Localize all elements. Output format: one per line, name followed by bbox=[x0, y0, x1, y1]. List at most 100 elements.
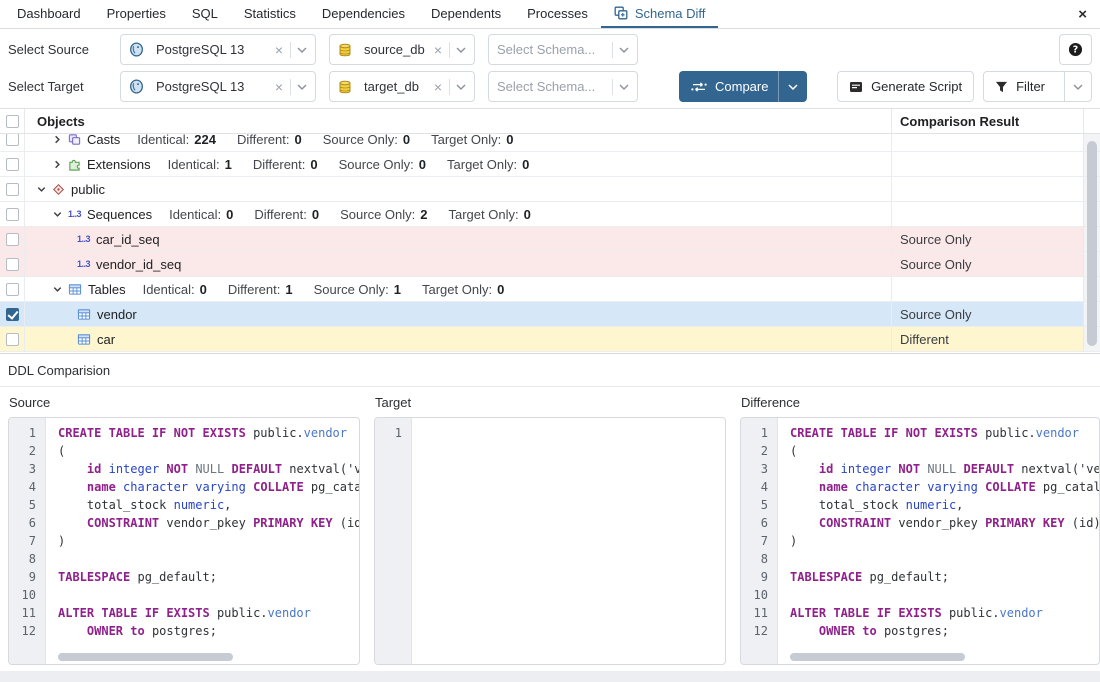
tree-row-car-id-seq[interactable]: 1..3car_id_seqSource Only bbox=[0, 227, 1100, 252]
scrollbar-header-cell bbox=[1083, 109, 1100, 133]
tab-properties[interactable]: Properties bbox=[94, 0, 179, 28]
horizontal-scrollbar[interactable] bbox=[58, 653, 233, 661]
sequence-icon: 1..3 bbox=[77, 234, 90, 244]
source-server-select[interactable]: PostgreSQL 13 bbox=[120, 34, 316, 65]
expand-chevron-right-icon[interactable] bbox=[52, 134, 63, 145]
code-area[interactable]: CREATE TABLE IF NOT EXISTS public.vendor… bbox=[46, 418, 359, 664]
object-name: Casts bbox=[87, 134, 120, 147]
expand-chevron-down-icon[interactable] bbox=[52, 209, 63, 220]
chevron-down-icon[interactable] bbox=[619, 47, 629, 53]
clear-icon[interactable] bbox=[274, 43, 284, 57]
target-panel-label: Target bbox=[374, 395, 726, 417]
tab-label: SQL bbox=[192, 6, 218, 21]
tree-row-vendor-id-seq[interactable]: 1..3vendor_id_seqSource Only bbox=[0, 252, 1100, 277]
expand-chevron-right-icon[interactable] bbox=[52, 159, 63, 170]
divider bbox=[449, 42, 450, 58]
row-checkbox[interactable] bbox=[6, 308, 19, 321]
divider bbox=[612, 42, 613, 58]
code-area[interactable] bbox=[412, 418, 725, 664]
chevron-down-icon[interactable] bbox=[619, 84, 629, 90]
row-checkbox[interactable] bbox=[6, 333, 19, 346]
source-ddl-editor[interactable]: 123456789101112 CREATE TABLE IF NOT EXIS… bbox=[8, 417, 360, 665]
row-checkbox[interactable] bbox=[6, 283, 19, 296]
clear-icon[interactable] bbox=[433, 80, 443, 94]
clear-icon[interactable] bbox=[274, 80, 284, 94]
expand-chevron-down-icon[interactable] bbox=[52, 284, 63, 295]
vertical-scrollbar[interactable] bbox=[1087, 141, 1097, 346]
tree-row-extensions[interactable]: ExtensionsIdentical:1Different:0Source O… bbox=[0, 152, 1100, 177]
tab-label: Processes bbox=[527, 6, 588, 21]
table-icon bbox=[68, 283, 82, 296]
database-icon bbox=[338, 80, 352, 94]
tab-dashboard[interactable]: Dashboard bbox=[4, 0, 94, 28]
expand-chevron-down-icon[interactable] bbox=[36, 184, 47, 195]
count-identical: Identical:1 bbox=[168, 157, 232, 172]
code-area[interactable]: CREATE TABLE IF NOT EXISTS public.vendor… bbox=[778, 418, 1099, 664]
tab-statistics[interactable]: Statistics bbox=[231, 0, 309, 28]
row-checkbox[interactable] bbox=[6, 258, 19, 271]
target-server-select[interactable]: PostgreSQL 13 bbox=[120, 71, 316, 102]
help-button[interactable]: ? bbox=[1059, 34, 1092, 65]
tree-row-car[interactable]: carDifferent bbox=[0, 327, 1100, 352]
source-schema-placeholder: Select Schema... bbox=[497, 42, 606, 57]
object-name: Sequences bbox=[87, 207, 152, 222]
comparison-result-cell: Source Only bbox=[891, 227, 1083, 251]
filter-dropdown-chevron-icon[interactable] bbox=[1064, 72, 1091, 101]
generate-script-label: Generate Script bbox=[871, 79, 962, 94]
row-checkbox[interactable] bbox=[6, 233, 19, 246]
tab-label: Schema Diff bbox=[635, 6, 706, 21]
compare-button[interactable]: Compare bbox=[679, 71, 807, 102]
filter-button[interactable]: Filter bbox=[983, 71, 1092, 102]
tab-sql[interactable]: SQL bbox=[179, 0, 231, 28]
difference-panel-label: Difference bbox=[740, 395, 1100, 417]
chevron-down-icon[interactable] bbox=[297, 84, 307, 90]
tree-row-public[interactable]: public bbox=[0, 177, 1100, 202]
compare-dropdown-chevron-icon[interactable] bbox=[778, 71, 807, 102]
count-different: Different:0 bbox=[254, 207, 319, 222]
count-source-only: Source Only:2 bbox=[340, 207, 427, 222]
help-icon: ? bbox=[1068, 42, 1083, 57]
script-icon bbox=[849, 80, 863, 94]
tree-row-tables[interactable]: TablesIdentical:0Different:1Source Only:… bbox=[0, 277, 1100, 302]
tab-bar: DashboardProperties SQL Statistics Dependen… bbox=[0, 0, 1100, 29]
postgresql-icon bbox=[129, 79, 144, 94]
target-database-select[interactable]: target_db bbox=[329, 71, 475, 102]
target-schema-select[interactable]: Select Schema... bbox=[488, 71, 638, 102]
tab-dependencies[interactable]: Dependencies bbox=[309, 0, 418, 28]
row-checkbox[interactable] bbox=[6, 183, 19, 196]
table-icon bbox=[77, 308, 91, 321]
chevron-down-icon[interactable] bbox=[297, 47, 307, 53]
source-schema-select[interactable]: Select Schema... bbox=[488, 34, 638, 65]
count-source-only: Source Only:0 bbox=[339, 157, 426, 172]
generate-script-button[interactable]: Generate Script bbox=[837, 71, 974, 102]
horizontal-scrollbar[interactable] bbox=[790, 653, 965, 661]
toolbar-right-buttons: Generate Script Filter bbox=[837, 71, 1092, 102]
row-checkbox[interactable] bbox=[6, 158, 19, 171]
tree-row-casts[interactable]: CastsIdentical:224Different:0Source Only… bbox=[0, 134, 1100, 152]
row-checkbox[interactable] bbox=[6, 134, 19, 146]
tree-row-vendor[interactable]: vendor Source Only bbox=[0, 302, 1100, 327]
close-icon[interactable]: × bbox=[1078, 7, 1087, 22]
target-database-value: target_db bbox=[364, 79, 427, 94]
tab-dependents[interactable]: Dependents bbox=[418, 0, 514, 28]
select-all-checkbox[interactable] bbox=[6, 115, 19, 128]
ddl-comparison-section: DDL Comparision Source 123456789101112 C… bbox=[0, 353, 1100, 682]
tab-processes[interactable]: Processes bbox=[514, 0, 601, 28]
source-database-select[interactable]: source_db bbox=[329, 34, 475, 65]
target-ddl-editor[interactable]: 1 bbox=[374, 417, 726, 665]
object-name: Extensions bbox=[87, 157, 151, 172]
clear-icon[interactable] bbox=[433, 43, 443, 57]
select-source-row: Select Source PostgreSQL 13 source_db Se… bbox=[8, 34, 1092, 65]
chevron-down-icon[interactable] bbox=[456, 47, 466, 53]
difference-ddl-editor[interactable]: 123456789101112 CREATE TABLE IF NOT EXIS… bbox=[740, 417, 1100, 665]
count-source-only: Source Only:0 bbox=[323, 134, 410, 147]
comparison-result-cell: Source Only bbox=[891, 252, 1083, 276]
tab-label: Statistics bbox=[244, 6, 296, 21]
object-name: vendor bbox=[97, 307, 137, 322]
comparison-result-cell: Source Only bbox=[891, 302, 1083, 326]
tab-schema-diff[interactable]: Schema Diff bbox=[601, 0, 719, 28]
comparison-result-cell bbox=[891, 277, 1083, 301]
tree-row-sequences[interactable]: 1..3SequencesIdentical:0Different:0Sourc… bbox=[0, 202, 1100, 227]
row-checkbox[interactable] bbox=[6, 208, 19, 221]
chevron-down-icon[interactable] bbox=[456, 84, 466, 90]
